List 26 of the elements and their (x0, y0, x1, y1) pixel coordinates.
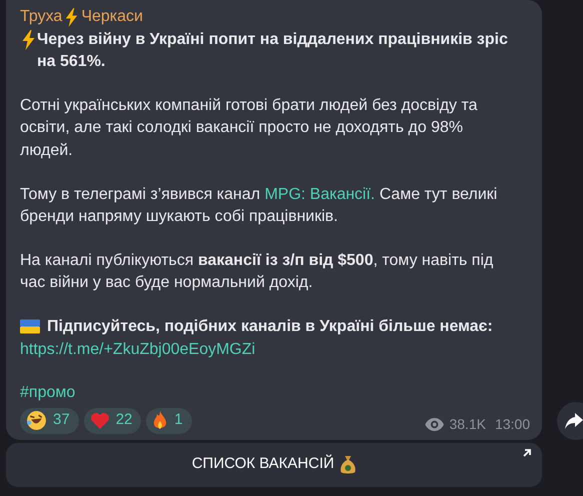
message-time: 13:00 (494, 415, 530, 434)
heart-icon (90, 412, 110, 430)
reaction-chip[interactable]: 22 (84, 408, 142, 434)
money-bag-icon (340, 454, 356, 475)
reaction-chip[interactable]: 37 (20, 408, 79, 434)
reaction-chip[interactable]: 1 (146, 408, 192, 434)
share-arrow-icon (565, 413, 583, 429)
channel-name[interactable]: Черкаси (81, 6, 143, 29)
paragraph: На каналі публікуються вакансії із з/п від $500, тому навіть під час війни у вас буде нормальний дохід. (20, 250, 494, 294)
lightning-icon (20, 30, 37, 50)
paragraph: Тому в телеграмі з’явився канал MPG: Вакансії. Саме тут великі бренди напряму шукають собі працівників. (20, 184, 498, 228)
view-count: 38.1K (449, 415, 486, 434)
paragraph: Сотні українських компаній готові брати людей без досвіду та освіти, але такі солодкі вакансії просто не доходять до 98% людей. (20, 96, 478, 161)
open-link-icon (522, 448, 532, 458)
paragraph: Через війну в Україні попит на віддалених працівників зріс на 561%. (37, 30, 509, 72)
link[interactable]: MPG: Вакансії. (264, 186, 375, 203)
channel-name[interactable]: Труха (20, 6, 62, 29)
eye-icon (425, 418, 444, 431)
inline-button[interactable]: СПИСОК ВАКАНСІЙ (6, 442, 542, 487)
fire-icon (152, 410, 168, 431)
link[interactable]: #промо (20, 382, 76, 405)
laughing-face-icon (26, 410, 47, 432)
paragraph: Підписуйтесь, подібних каналів в Україні більше немає: (47, 316, 494, 337)
flag-icon (20, 318, 40, 334)
lightning-icon (64, 8, 80, 27)
link[interactable]: https://t.me/+ZkuZbj00eEoyMGZi (20, 338, 256, 362)
